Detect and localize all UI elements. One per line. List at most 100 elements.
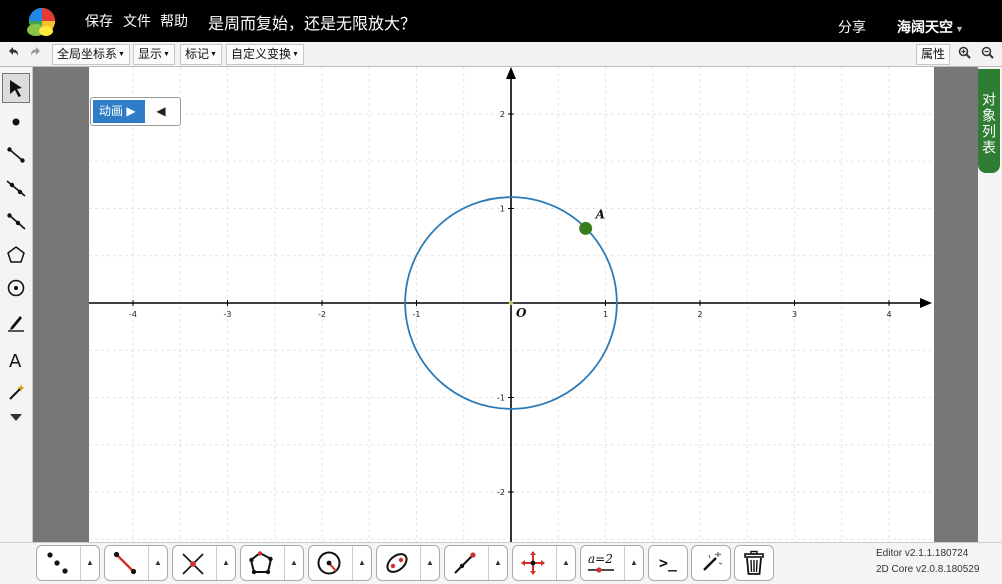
dropdown-arrow-icon: ▼ (292, 51, 299, 58)
menu-help[interactable]: 帮助 (160, 11, 188, 31)
animation-control: 动画 ▶ ◀ (90, 97, 181, 126)
expand-arrow-icon[interactable]: ▲ (284, 546, 303, 580)
x-tick-label: 2 (697, 310, 702, 319)
properties-button[interactable]: 属性 (916, 44, 951, 65)
command-prompt-icon: >_ (658, 554, 678, 572)
display-label: 显示 (138, 47, 163, 61)
x-tick-label: -4 (129, 310, 137, 319)
magic-wand-button[interactable] (691, 545, 731, 581)
y-axis-arrow (506, 67, 516, 79)
variable-tool-button[interactable]: a=2 (581, 546, 621, 580)
x-tick-label: 1 (603, 310, 608, 319)
move-arrows-icon (521, 551, 545, 575)
object-list-tab[interactable]: 对象列表 (978, 69, 1000, 173)
magic-wand-icon (703, 552, 723, 571)
version-info: Editor v2.1.1.180724 2D Core v2.0.8.1805… (876, 546, 979, 578)
dropdown-arrow-icon: ▼ (210, 51, 217, 58)
zoom-in-icon[interactable] (954, 45, 974, 64)
core-version: 2D Core v2.0.8.180529 (876, 564, 980, 575)
y-tick-label: -1 (497, 394, 505, 403)
coord-system-dropdown[interactable]: 全局坐标系▼ (52, 44, 130, 65)
x-tick-label: -1 (413, 310, 421, 319)
chevron-down-icon: ▼ (955, 24, 964, 34)
magic-wand-tool[interactable] (2, 378, 30, 408)
intersection-tool-button[interactable] (173, 546, 213, 580)
points-icon (47, 552, 68, 574)
construction-tool-button[interactable] (445, 546, 485, 580)
circle-tool-button[interactable] (309, 546, 349, 580)
dropdown-arrow-icon: ▼ (118, 51, 125, 58)
menu-file[interactable]: 文件 (123, 11, 151, 31)
bottom-toolbar: ▲ ▲ ▲ ▲ ▲ ▲ ▲ ▲ a=2 ▲ >_ Editor v2.1.1.1… (0, 542, 1002, 584)
user-menu[interactable]: 海阔天空 ▼ (897, 17, 964, 37)
circle-tools-group: ▲ (308, 545, 372, 581)
expand-arrow-icon[interactable]: ▲ (216, 546, 235, 580)
conic-tools-group: ▲ (376, 545, 440, 581)
ellipse-icon (386, 553, 408, 573)
segment-tools-group: ▲ (104, 545, 168, 581)
text-icon: A (9, 351, 22, 370)
x-tick-label: 4 (886, 310, 891, 319)
point-tools-group: ▲ (36, 545, 100, 581)
parallel-line-icon (454, 552, 476, 574)
segment-tool[interactable] (2, 140, 30, 170)
zoom-out-icon[interactable] (977, 45, 997, 64)
circle-icon (317, 551, 341, 575)
ray-icon (7, 213, 26, 230)
pen-tool[interactable] (2, 307, 30, 337)
user-name: 海阔天空 (897, 19, 953, 35)
expand-arrow-icon[interactable]: ▲ (624, 546, 643, 580)
toolbar: 全局坐标系▼ 显示▼ 标记▼ 自定义变换▼ 属性 (0, 42, 1002, 67)
construction-tools-group: ▲ (444, 545, 508, 581)
origin-point (508, 300, 514, 306)
redo-icon[interactable] (26, 45, 46, 64)
custom-transform-dropdown[interactable]: 自定义变换▼ (226, 44, 304, 65)
custom-transform-label: 自定义变换 (231, 47, 292, 61)
translate-tool-button[interactable] (513, 546, 553, 580)
play-icon: ▶ (126, 104, 136, 118)
polygon-tools-group: ▲ (240, 545, 304, 581)
point-tool[interactable] (2, 107, 30, 137)
polygon-tool[interactable] (2, 240, 30, 270)
display-dropdown[interactable]: 显示▼ (133, 44, 175, 65)
left-margin (33, 67, 89, 542)
menu-save[interactable]: 保存 (85, 11, 113, 31)
reverse-icon: ◀ (156, 104, 166, 118)
ray-tool[interactable] (2, 206, 30, 236)
delete-button[interactable] (734, 545, 774, 581)
coord-system-label: 全局坐标系 (57, 47, 118, 61)
animation-play-button[interactable]: 动画 ▶ (93, 100, 145, 123)
segment-tool-button[interactable] (105, 546, 145, 580)
expand-arrow-icon[interactable]: ▲ (488, 546, 507, 580)
undo-icon[interactable] (3, 45, 23, 64)
polygon-tool-button[interactable] (241, 546, 281, 580)
y-tick-label: 2 (500, 110, 505, 119)
app-logo[interactable] (10, 3, 62, 39)
text-tool[interactable]: A (2, 345, 30, 375)
expand-arrow-icon[interactable]: ▲ (556, 546, 575, 580)
share-button[interactable]: 分享 (838, 17, 866, 37)
transform-tools-group: ▲ (512, 545, 576, 581)
ellipse-tool-button[interactable] (377, 546, 417, 580)
animation-reverse-button[interactable]: ◀ (151, 100, 171, 123)
x-axis-arrow (920, 298, 932, 308)
label-dropdown[interactable]: 标记▼ (180, 44, 222, 65)
expand-arrow-icon[interactable]: ▲ (420, 546, 439, 580)
y-tick-label: -2 (497, 488, 505, 497)
expand-arrow-icon[interactable]: ▲ (148, 546, 167, 580)
more-tools-button[interactable] (2, 407, 30, 427)
expand-arrow-icon[interactable]: ▲ (352, 546, 371, 580)
line-tool[interactable] (2, 173, 30, 203)
points-tool-button[interactable] (37, 546, 77, 580)
intersection-icon (182, 553, 204, 575)
graph-canvas[interactable]: -4 -3 -2 -1 1 2 3 4 -2 -1 1 2 O A (89, 67, 934, 542)
origin-label: O (516, 306, 527, 320)
label-label: 标记 (185, 47, 210, 61)
select-tool[interactable] (2, 73, 30, 103)
command-tool-button[interactable]: >_ (648, 545, 688, 581)
polygon-icon (249, 551, 273, 575)
point-a[interactable] (579, 221, 593, 235)
circle-tool[interactable] (2, 273, 30, 303)
expand-arrow-icon[interactable]: ▲ (80, 546, 99, 580)
properties-label: 属性 (921, 47, 946, 61)
